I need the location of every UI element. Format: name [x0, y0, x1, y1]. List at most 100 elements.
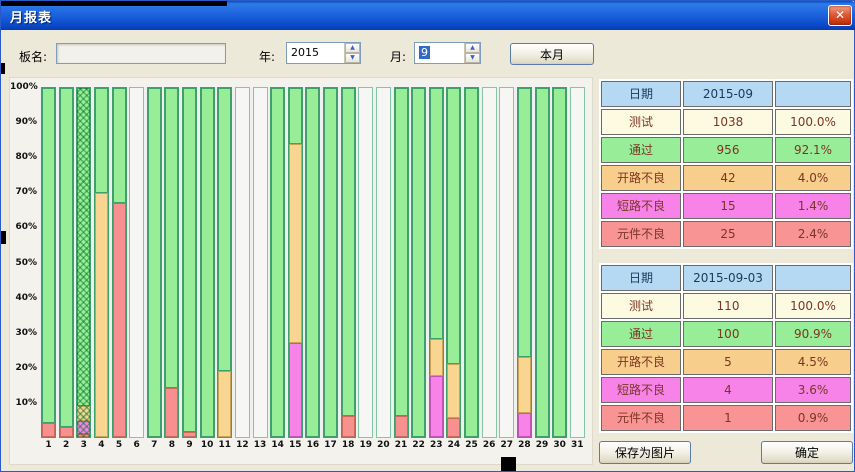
year-spin-up-icon[interactable]: ▲	[345, 43, 360, 53]
month-spinner[interactable]: 9 ▲ ▼	[414, 42, 481, 64]
x-tick-label: 12	[235, 440, 250, 450]
x-tick-label: 18	[341, 440, 356, 450]
bar-segment-通过	[289, 88, 302, 144]
bar-day-16[interactable]	[305, 87, 320, 438]
bar-day-18[interactable]	[341, 87, 356, 438]
x-tick-label: 4	[94, 440, 109, 450]
bar-segment-元件不良	[42, 423, 55, 437]
bar-segment-开路不良	[430, 339, 443, 376]
bar-segment-元件不良	[165, 388, 178, 437]
month-selected-text: 9	[419, 46, 430, 59]
scan-artifact	[1, 231, 6, 244]
month-spin-buttons: ▲ ▼	[464, 43, 480, 63]
x-tick-label: 27	[499, 440, 514, 450]
bar-day-24[interactable]	[446, 87, 461, 438]
bar-segment-通过	[553, 88, 566, 437]
bar-day-29[interactable]	[535, 87, 550, 438]
table-cell-percent: 92.1%	[775, 137, 851, 163]
ok-button[interactable]: 确定	[761, 441, 853, 464]
bar-day-12[interactable]	[235, 87, 250, 438]
day-summary-table: 日期2015-09-03测试110100.0%通过10090.9%开路不良54.…	[599, 263, 853, 433]
year-value[interactable]: 2015	[287, 43, 344, 63]
bar-day-25[interactable]	[464, 87, 479, 438]
bar-segment-通过	[95, 88, 108, 193]
month-spin-up-icon[interactable]: ▲	[465, 43, 480, 53]
x-tick-label: 25	[464, 440, 479, 450]
table-cell-percent	[775, 81, 851, 107]
table-cell-value: 110	[683, 293, 773, 319]
bar-day-28[interactable]	[517, 87, 532, 438]
x-tick-label: 5	[112, 440, 127, 450]
x-tick-label: 28	[517, 440, 532, 450]
bar-day-23[interactable]	[429, 87, 444, 438]
board-name-label: 板名:	[19, 48, 47, 65]
bar-day-30[interactable]	[552, 87, 567, 438]
bar-day-13[interactable]	[253, 87, 268, 438]
bar-day-7[interactable]	[147, 87, 162, 438]
bar-day-1[interactable]	[41, 87, 56, 438]
bar-day-14[interactable]	[270, 87, 285, 438]
table-cell-label: 测试	[601, 109, 681, 135]
save-as-image-button[interactable]: 保存为图片	[599, 441, 691, 464]
bar-segment-开路不良	[95, 193, 108, 437]
year-spinner[interactable]: 2015 ▲ ▼	[286, 42, 361, 64]
bar-day-4[interactable]	[94, 87, 109, 438]
bar-day-11[interactable]	[217, 87, 232, 438]
bar-day-22[interactable]	[411, 87, 426, 438]
bar-day-5[interactable]	[112, 87, 127, 438]
bar-day-19[interactable]	[358, 87, 373, 438]
bar-day-21[interactable]	[394, 87, 409, 438]
bar-segment-短路不良	[289, 343, 302, 437]
bar-day-17[interactable]	[323, 87, 338, 438]
bar-segment-短路不良	[430, 376, 443, 437]
monthly-chart: 100%90%80%70%60%50%40%30%20%10% 12345678…	[9, 77, 593, 465]
x-tick-label: 14	[270, 440, 285, 450]
table-cell-percent: 0.9%	[775, 405, 851, 431]
board-name-input[interactable]	[56, 43, 226, 64]
table-cell-value: 15	[683, 193, 773, 219]
table-cell-percent: 4.5%	[775, 349, 851, 375]
bar-day-2[interactable]	[59, 87, 74, 438]
bar-day-26[interactable]	[482, 87, 497, 438]
this-month-button[interactable]: 本月	[510, 43, 594, 65]
bar-day-20[interactable]	[376, 87, 391, 438]
y-tick-label: 60%	[10, 222, 37, 232]
bar-segment-开路不良	[447, 364, 460, 418]
x-tick-label: 31	[570, 440, 585, 450]
bar-day-8[interactable]	[164, 87, 179, 438]
table-cell-label: 通过	[601, 321, 681, 347]
window-title: 月报表	[10, 7, 52, 26]
bar-segment-通过	[113, 88, 126, 203]
bar-day-9[interactable]	[182, 87, 197, 438]
month-spin-down-icon[interactable]: ▼	[465, 53, 480, 63]
table-cell-percent: 4.0%	[775, 165, 851, 191]
table-cell-label: 开路不良	[601, 349, 681, 375]
monthly-report-dialog: 月报表 ✕ 板名: 年: 2015 ▲ ▼ 月: 9 ▲ ▼ 本月 100%90…	[0, 0, 855, 472]
bar-segment-通过	[218, 88, 231, 371]
bar-segment-元件不良	[447, 418, 460, 437]
bar-day-27[interactable]	[499, 87, 514, 438]
table-cell-label: 元件不良	[601, 221, 681, 247]
bar-day-10[interactable]	[200, 87, 215, 438]
x-tick-label: 13	[253, 440, 268, 450]
x-tick-label: 16	[305, 440, 320, 450]
bar-day-6[interactable]	[129, 87, 144, 438]
bar-day-31[interactable]	[570, 87, 585, 438]
bar-day-15[interactable]	[288, 87, 303, 438]
bar-segment-元件不良	[60, 427, 73, 437]
y-tick-label: 90%	[10, 117, 37, 127]
year-spin-buttons: ▲ ▼	[344, 43, 360, 63]
x-tick-label: 17	[323, 440, 338, 450]
close-icon[interactable]: ✕	[828, 5, 852, 26]
table-cell-percent: 3.6%	[775, 377, 851, 403]
table-cell-value: 956	[683, 137, 773, 163]
table-cell-label: 元件不良	[601, 405, 681, 431]
table-cell-label: 测试	[601, 293, 681, 319]
month-value[interactable]: 9	[415, 43, 464, 63]
bar-day-3[interactable]	[76, 87, 91, 438]
year-spin-down-icon[interactable]: ▼	[345, 53, 360, 63]
table-cell-percent: 100.0%	[775, 293, 851, 319]
x-tick-label: 26	[482, 440, 497, 450]
bar-segment-通过	[412, 88, 425, 437]
y-tick-label: 70%	[10, 187, 37, 197]
